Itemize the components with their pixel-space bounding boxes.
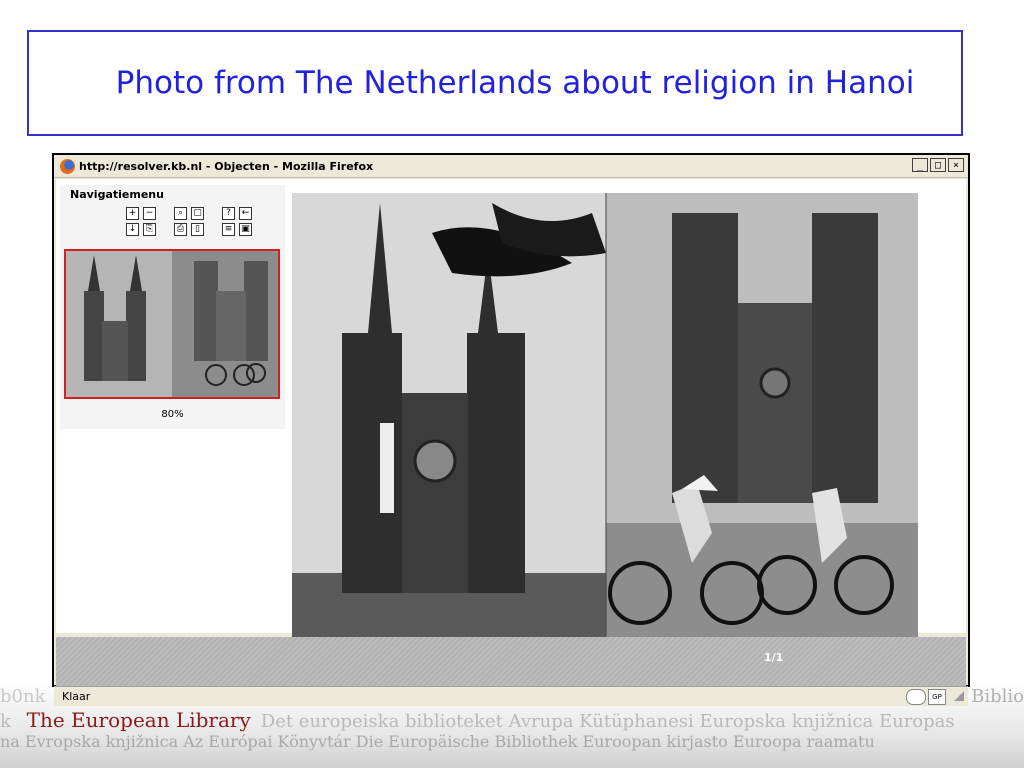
- zoom-level: 80%: [161, 409, 184, 420]
- navigation-menu: Navigatiemenu + − ⌕ ▢ ? ← ↓ ⎘ ⎙ ▯ ≡ ▣ 80…: [60, 185, 285, 429]
- resize-grip-icon[interactable]: [954, 691, 964, 701]
- maximize-button[interactable]: □: [930, 158, 946, 172]
- back-icon[interactable]: ←: [239, 207, 252, 220]
- page-content: Navigatiemenu + − ⌕ ▢ ? ← ↓ ⎘ ⎙ ▯ ≡ ▣ 80…: [56, 179, 966, 637]
- security-icon[interactable]: [906, 689, 926, 705]
- toolbar-row-1: + − ⌕ ▢ ? ←: [126, 207, 256, 220]
- pager-bar: 1/1: [56, 637, 966, 687]
- search-icon[interactable]: ⌕: [174, 207, 187, 220]
- thumbnail-preview[interactable]: [64, 249, 280, 399]
- window-controls: _ □ ×: [912, 158, 964, 172]
- thumbnail-photo: [66, 251, 278, 397]
- help-icon[interactable]: ?: [222, 207, 235, 220]
- footer-line-1: b0nk: [0, 686, 46, 707]
- download-icon[interactable]: ↓: [126, 223, 139, 236]
- slide-title: Photo from The Netherlands about religio…: [115, 65, 915, 101]
- toolbar-row-2: ↓ ⎘ ⎙ ▯ ≡ ▣: [126, 223, 256, 236]
- footer-right-text: Biblio: [971, 686, 1024, 707]
- text-icon[interactable]: ≡: [222, 223, 235, 236]
- status-text: Klaar: [62, 690, 91, 703]
- export-icon[interactable]: ⎘: [143, 223, 156, 236]
- footer-line-2-text: Det europeiska biblioteket Avrupa Kütüph…: [260, 711, 955, 732]
- browser-window: http://resolver.kb.nl - Objecten - Mozil…: [52, 153, 970, 687]
- zoom-in-icon[interactable]: +: [126, 207, 139, 220]
- footer-line-2: k The European Library Det europeiska bib…: [0, 708, 955, 732]
- european-library-logo: The European Library: [26, 708, 251, 732]
- minimize-button[interactable]: _: [912, 158, 928, 172]
- window-title: http://resolver.kb.nl - Objecten - Mozil…: [79, 159, 374, 173]
- page-indicator: 1/1: [764, 651, 784, 664]
- status-bar: Klaar GP: [54, 686, 968, 706]
- firefox-icon: [60, 158, 75, 174]
- nav-title: Navigatiemenu: [70, 188, 164, 201]
- window-titlebar[interactable]: http://resolver.kb.nl - Objecten - Mozil…: [54, 155, 968, 178]
- print-icon[interactable]: ⎙: [174, 223, 187, 236]
- footer-line-3: na Evropska knjižnica Az Európai Könyvtá…: [0, 732, 875, 751]
- gp-badge[interactable]: GP: [928, 689, 946, 705]
- slide-title-box: Photo from The Netherlands about religio…: [27, 30, 963, 136]
- page-icon[interactable]: ▯: [191, 223, 204, 236]
- thumbnail-icon[interactable]: ▣: [239, 223, 252, 236]
- zoom-out-icon[interactable]: −: [143, 207, 156, 220]
- main-photo: [292, 193, 918, 637]
- close-button[interactable]: ×: [948, 158, 964, 172]
- fit-icon[interactable]: ▢: [191, 207, 204, 220]
